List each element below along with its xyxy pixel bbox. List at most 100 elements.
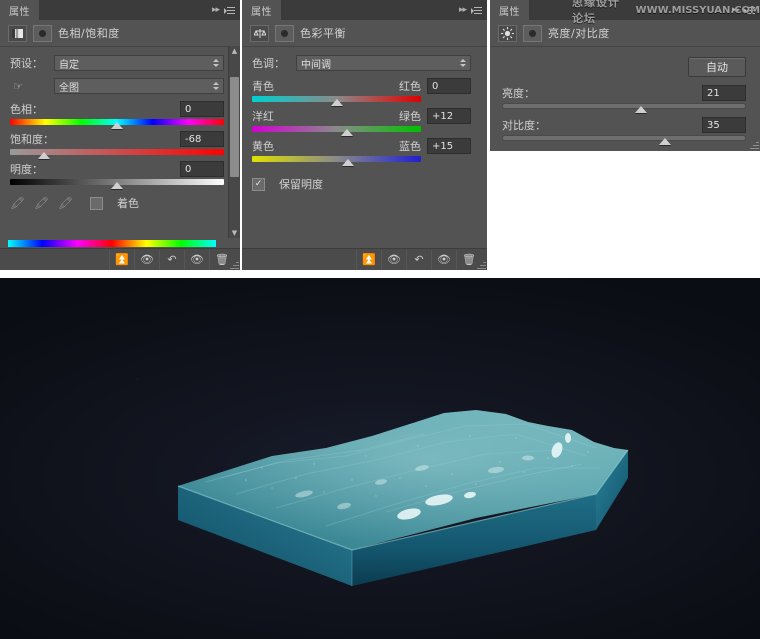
preset-row: 预设： 自定 [10,55,224,71]
eyedropper-icon[interactable]: 🖍 [10,196,25,211]
yellow-blue-slider-track[interactable] [252,156,421,166]
contrast-slider-thumb[interactable] [659,138,672,145]
color-balance-adjustment-icon [250,24,269,42]
hue-slider-track[interactable] [10,119,224,129]
colorize-checkbox[interactable] [90,196,103,210]
tab-properties[interactable]: 属性 [242,0,282,20]
layer-mask-icon [33,24,52,42]
lightness-value[interactable]: 0 [180,161,224,177]
panel-body: 预设： 自定 ☞ 全图 色相： 0 饱和度： -68 明度： 0 🖍 🖍 🖍 着… [0,47,240,240]
brightness-slider-track[interactable] [502,103,746,113]
yellow-blue-group: 黄色 蓝色 +15 [252,138,471,168]
yellow-blue-slider-thumb[interactable] [342,159,355,166]
scroll-up-arrow-icon[interactable]: ▲ [229,46,240,56]
brightness-contrast-adjustment-icon [498,24,517,42]
panel-title-bar: 亮度/对比度 [490,20,760,47]
panel-title-bar: 色相/饱和度 [0,20,240,47]
brightness-row: 亮度： 21 [502,85,746,101]
panel-tabbar: 属性 ▸▸ [0,0,240,20]
preserve-luminosity-row: ✓ 保留明度 [252,176,471,192]
visibility-eye-icon[interactable]: 👁 [184,249,209,270]
cyan-red-slider-thumb[interactable] [330,99,343,106]
hue-slider-thumb[interactable] [111,122,123,129]
auto-button[interactable]: 自动 [688,57,746,77]
panel-vertical-scrollbar[interactable]: ▲ ▼ [228,46,240,238]
hue-saturation-adjustment-icon [8,24,27,42]
hand-target-icon[interactable]: ☞ [10,79,26,93]
tab-properties[interactable]: 属性 [490,0,530,20]
contrast-row: 对比度： 35 [502,117,746,133]
magenta-green-slider-track[interactable] [252,126,421,136]
magenta-green-labels: 洋红 绿色 [252,108,421,124]
panels-row: 属性 ▸▸ 色相/饱和度 预设： 自定 ☞ 全图 色相： 0 饱和度： -68 … [0,0,760,270]
magenta-green-group: 洋红 绿色 +12 [252,108,471,138]
cyan-red-group: 青色 红色 0 [252,78,471,108]
collapse-chevrons-icon[interactable]: ▸▸ [459,5,467,15]
preview-eye-icon[interactable]: 👁 [381,249,406,270]
channel-select[interactable]: 全图 [54,78,224,94]
yellow-blue-labels: 黄色 蓝色 [252,138,421,154]
preserve-luminosity-checkbox[interactable]: ✓ [252,177,265,191]
hue-value[interactable]: 0 [180,101,224,117]
panel-menu-icon[interactable] [471,6,482,15]
panel-body: 自动 亮度： 21 对比度： 35 [490,47,760,151]
hue-spectrum-strip [0,239,240,248]
panel-menu-icon[interactable] [224,6,235,15]
eyedropper-add-icon[interactable]: 🖍 [34,196,49,211]
panel-brightness-contrast: 属性 ▸▸ 亮度/对比度 自动 亮度： 21 对比度： 35 [490,0,760,151]
scrollbar-thumb[interactable] [230,76,239,177]
lightness-label: 明度： [10,163,43,176]
saturation-value[interactable]: -68 [180,131,224,147]
cyan-red-slider-track[interactable] [252,96,421,106]
clip-to-layer-icon[interactable]: ⏫ [356,249,381,270]
visibility-eye-icon[interactable]: 👁 [431,249,456,270]
panel-resize-grip[interactable] [230,260,239,269]
panel-resize-grip[interactable] [477,260,486,269]
panel-menu-icon[interactable] [744,6,755,15]
lightness-slider-thumb[interactable] [111,182,123,189]
yellow-label: 黄色 [252,140,274,153]
red-label: 红色 [399,80,421,93]
preset-select-value: 自定 [59,59,79,71]
preset-select[interactable]: 自定 [54,55,224,71]
tone-label: 色调： [252,57,285,70]
yellow-blue-value[interactable]: +15 [427,138,471,154]
tabbar-controls: ▸▸ [206,0,240,20]
magenta-green-slider-thumb[interactable] [340,129,353,136]
contrast-value[interactable]: 35 [702,117,746,133]
channel-select-value: 全图 [59,82,79,94]
saturation-slider-track[interactable] [10,149,224,159]
contrast-slider-track[interactable] [502,135,746,145]
reset-arrow-icon[interactable]: ↶ [406,249,431,270]
cyan-label: 青色 [252,80,274,93]
saturation-slider-thumb[interactable] [38,152,51,159]
scroll-down-arrow-icon[interactable]: ▼ [229,228,240,238]
channel-row: ☞ 全图 [10,78,224,94]
eyedropper-subtract-icon[interactable]: 🖍 [58,196,73,211]
panel-title-text: 色彩平衡 [300,27,346,40]
lightness-slider-track[interactable] [10,179,224,189]
clip-to-layer-icon[interactable]: ⏫ [109,249,134,270]
magenta-green-value[interactable]: +12 [427,108,471,124]
tone-spinner-icon [460,59,466,67]
layer-mask-icon [275,24,294,42]
brightness-slider-thumb[interactable] [634,106,647,113]
panel-resize-grip[interactable] [750,140,759,149]
preview-eye-icon[interactable]: 👁 [134,249,159,270]
reset-arrow-icon[interactable]: ↶ [159,249,184,270]
tabbar-controls: ▸▸ [726,0,760,20]
panel-title-text: 亮度/对比度 [548,27,610,40]
collapse-chevrons-icon[interactable]: ▸▸ [732,5,740,15]
blue-label: 蓝色 [399,140,421,153]
contrast-label: 对比度： [502,119,546,132]
panel-footer-bar: ⏫ 👁 ↶ 👁 🗑 [0,248,240,270]
brightness-value[interactable]: 21 [702,85,746,101]
collapse-chevrons-icon[interactable]: ▸▸ [212,5,220,15]
hue-row: 色相： 0 [10,101,224,117]
tab-properties[interactable]: 属性 [0,0,40,20]
tone-select[interactable]: 中间调 [296,55,471,71]
cyan-red-value[interactable]: 0 [427,78,471,94]
panel-body: 色调： 中间调 青色 红色 0 洋红 绿色 +12 黄色 蓝色 +15 ✓ 保留… [242,47,487,240]
brightness-label: 亮度： [502,87,535,100]
eyedropper-row: 🖍 🖍 🖍 着色 [10,195,224,211]
